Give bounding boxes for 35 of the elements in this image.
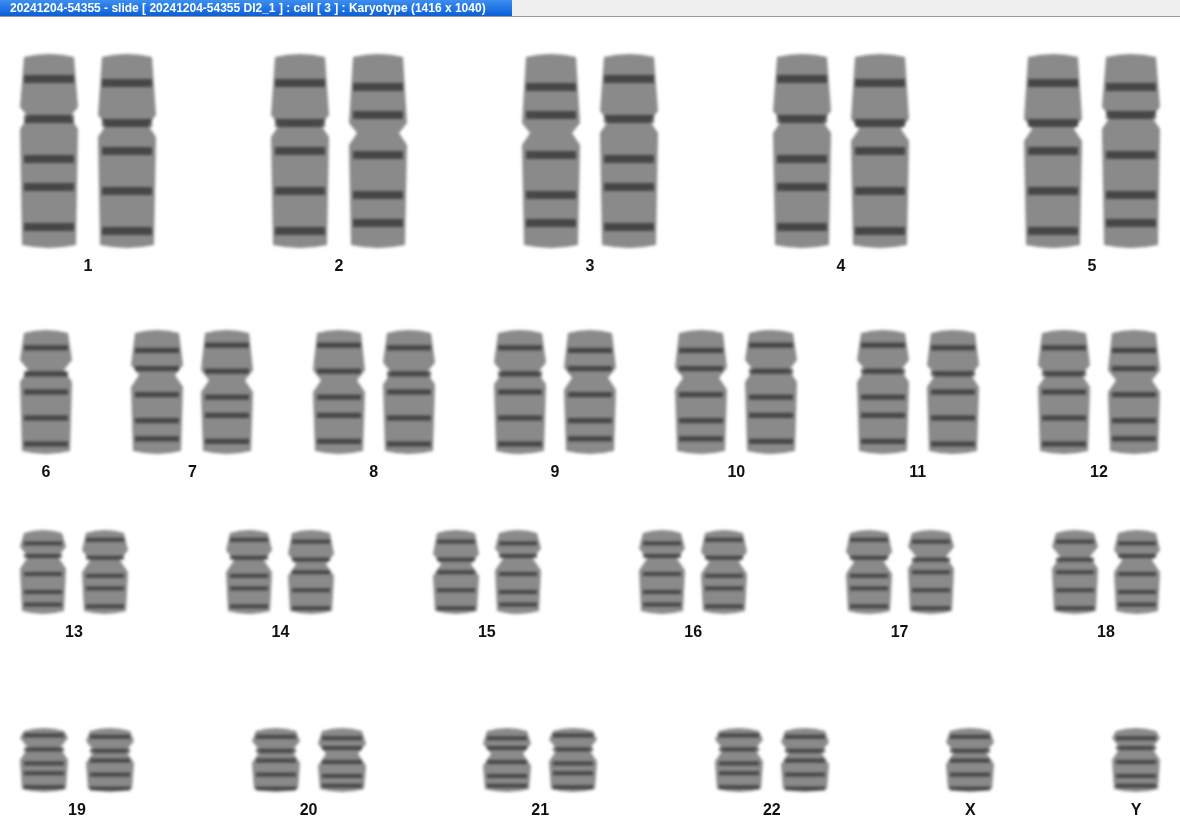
chromosome-number: 20 bbox=[299, 801, 318, 819]
chromosome-number: Y bbox=[1130, 801, 1142, 819]
chromosome-number: 21 bbox=[531, 801, 550, 819]
chromosome-number: 4 bbox=[836, 257, 846, 275]
chromosome-number: 17 bbox=[890, 623, 909, 641]
chromosome-number: 16 bbox=[684, 623, 703, 641]
chromosome-number: 6 bbox=[41, 463, 51, 481]
chromosome-number: 5 bbox=[1087, 257, 1097, 275]
chromosome-number: 11 bbox=[909, 463, 927, 481]
chromosome-number: 9 bbox=[550, 463, 560, 481]
chromosome-number: 18 bbox=[1097, 623, 1115, 641]
chromosome-number: 10 bbox=[727, 463, 746, 481]
chromosome-drawing bbox=[18, 725, 70, 795]
chromosome-drawing bbox=[1109, 725, 1162, 795]
chromosome-drawing bbox=[315, 725, 368, 795]
chromosome-number: 3 bbox=[585, 257, 595, 275]
chromosome-drawing bbox=[778, 725, 831, 795]
chromosome-drawing bbox=[249, 725, 302, 795]
chromosome-number: 19 bbox=[68, 801, 86, 819]
chromosome-number: 15 bbox=[477, 623, 496, 641]
chromosome-number: 2 bbox=[334, 257, 344, 275]
chromosome-drawing bbox=[712, 725, 765, 795]
chromosome-number: 7 bbox=[187, 463, 197, 481]
chromosome-number: 8 bbox=[369, 463, 379, 481]
chromosome-drawing bbox=[944, 725, 997, 795]
chromosome-number: 1 bbox=[83, 257, 93, 275]
chromosome-drawing bbox=[84, 725, 136, 795]
chromosome-number: X bbox=[965, 801, 976, 819]
chromosome-number: 13 bbox=[65, 623, 83, 641]
chromosome-number: 22 bbox=[762, 801, 781, 819]
chromosome-drawing bbox=[547, 725, 600, 795]
chromosome-drawing bbox=[481, 725, 534, 795]
window-title: 20241204-54355 - slide [ 20241204-54355 DI2_1 ] : cell [ 3 ] : Karyotype (1416 x 1040) bbox=[0, 0, 512, 16]
chromosome-number: 12 bbox=[1090, 463, 1108, 481]
chromosome-number: 14 bbox=[271, 623, 290, 641]
